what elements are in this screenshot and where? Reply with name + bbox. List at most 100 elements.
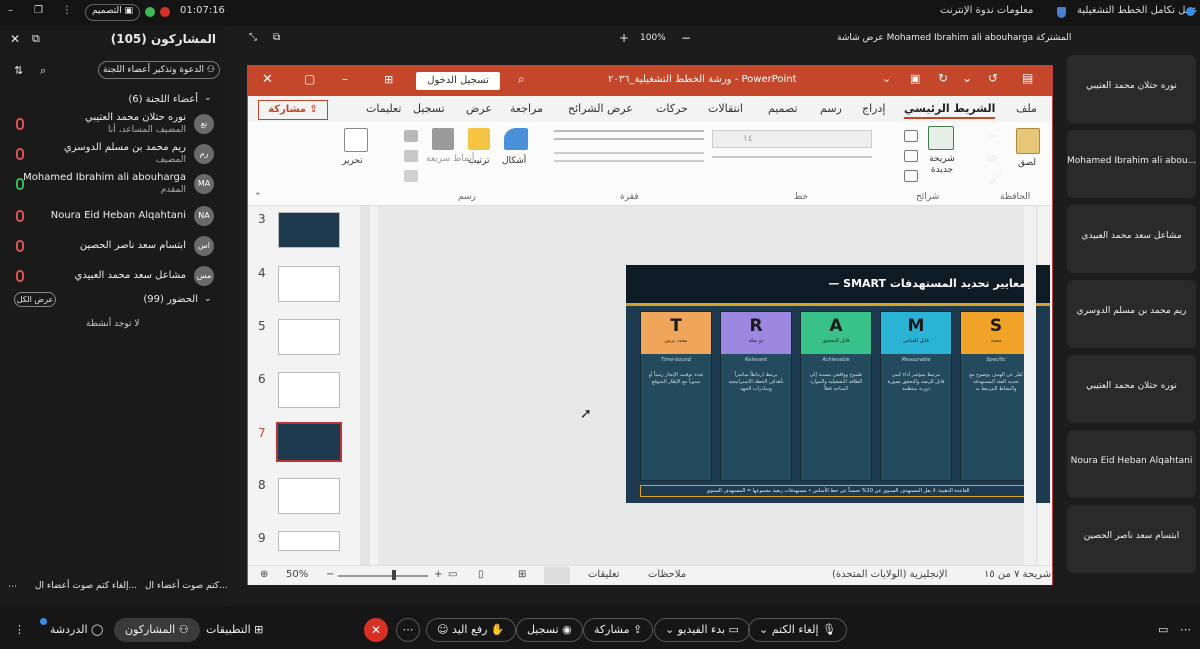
zoom-out-icon[interactable]: − [681, 31, 691, 45]
start-video-button[interactable]: ⌄ بدء الفيديو ▭ [654, 618, 750, 642]
popout-icon[interactable]: ⧉ [32, 32, 40, 46]
tab-view[interactable]: عرض [466, 102, 492, 115]
slide[interactable]: معايير تحديد المستهدفات SMART — T محدد بز… [626, 265, 1050, 503]
tab-help[interactable]: تعليمات [366, 102, 401, 115]
more-options-icon[interactable]: ⋯ [8, 582, 17, 592]
unmute-all-button[interactable]: إلغاء كتم صوت أعضاء ال... [35, 581, 137, 591]
video-tile[interactable]: نوره حتلان محمد العتيبي [1067, 355, 1196, 423]
more-icon[interactable]: ⋮ [62, 5, 72, 16]
paragraph-controls[interactable] [554, 130, 704, 140]
fit-slide-icon[interactable]: ⊕ [260, 569, 268, 580]
participant-row[interactable]: Mohamed Ibrahim ali abouharga المقدم MA [0, 170, 228, 198]
new-slide-button[interactable]: شريحة جديدة [922, 154, 962, 176]
minimize-icon[interactable]: – [342, 72, 348, 86]
participants-button[interactable]: المشاركون ⚇ [114, 618, 200, 642]
layout-icon[interactable] [904, 130, 918, 142]
close-icon[interactable]: ✕ [262, 72, 273, 87]
reading-view-icon[interactable]: ▯ [478, 569, 484, 580]
shape-outline-icon[interactable] [404, 150, 418, 162]
minimize-icon[interactable]: – [8, 5, 13, 16]
arrange-button[interactable]: ترتيب [468, 156, 490, 166]
search-icon[interactable]: ⌕ [518, 72, 525, 87]
presenter-icon[interactable]: ▣ [910, 72, 920, 85]
shapes-button[interactable]: أشكال [502, 156, 526, 166]
mute-all-button[interactable]: كتم صوت أعضاء ال... [145, 581, 228, 591]
restore-icon[interactable]: ▢ [304, 72, 315, 86]
close-icon[interactable]: ✕ [10, 32, 20, 46]
customize-icon[interactable]: ⌄ [882, 72, 891, 85]
search-icon[interactable]: ⌕ [40, 64, 46, 78]
signin-button[interactable]: تسجيل الدخول [416, 72, 500, 90]
tab-transitions[interactable]: انتقالات [708, 102, 743, 115]
canvas-scrollbar[interactable] [1024, 206, 1036, 566]
slide-thumbnail[interactable] [278, 372, 340, 408]
captions-icon[interactable]: ▭ [1158, 623, 1168, 636]
quick-styles-icon[interactable] [432, 128, 454, 150]
normal-view-icon[interactable] [544, 567, 570, 584]
slide-thumbnail[interactable] [278, 319, 340, 355]
invite-button[interactable]: الدعوة وتذكير أعضاء اللجنة ⚇ [98, 61, 220, 79]
more-icon[interactable]: ⋮ [14, 623, 25, 636]
paste-button[interactable]: لصق [1018, 158, 1036, 168]
video-tile[interactable]: نوره حتلان محمد العتيبي [1067, 55, 1196, 123]
network-info[interactable]: معلومات ندوة الإنترنت [940, 5, 1033, 16]
tab-slideshow[interactable]: عرض الشرائح [568, 102, 633, 115]
show-all-button[interactable]: عرض الكل [14, 292, 56, 307]
shapes-icon[interactable] [504, 128, 528, 150]
zoom-slider[interactable] [338, 575, 428, 577]
shape-effects-icon[interactable] [404, 170, 418, 182]
save-icon[interactable]: ▤ [1022, 71, 1033, 85]
participant-row[interactable]: نوره حتلان محمد العتيبي المضيف المساعد، … [0, 110, 228, 138]
more-icon[interactable]: ⋯ [1180, 623, 1191, 636]
video-tile[interactable]: مشاعل سعد محمد العبيدي [1067, 205, 1196, 273]
thumbnail-scrollbar[interactable] [360, 206, 370, 566]
section-icon[interactable] [904, 170, 918, 182]
slide-thumbnail[interactable] [278, 266, 340, 302]
zoom-in-icon[interactable]: + [434, 569, 442, 580]
apps-button[interactable]: التطبيقات ⊞ [206, 623, 263, 636]
video-tile[interactable]: ابتسام سعد ناصر الحصين [1067, 505, 1196, 573]
collapse-ribbon-icon[interactable]: ⌃ [254, 192, 262, 202]
font-format-controls[interactable] [712, 156, 872, 168]
tab-home[interactable]: الشريط الرئيسي [904, 102, 996, 119]
more-options-button[interactable]: ⋯ [396, 618, 420, 642]
participant-row[interactable]: Noura Eid Heban Alqahtani NA [0, 202, 228, 230]
slide-thumbnail[interactable] [278, 531, 340, 551]
design-button[interactable]: التصميم ▣ [85, 4, 141, 21]
shape-fill-icon[interactable] [404, 130, 418, 142]
tab-file[interactable]: ملف [1016, 102, 1037, 115]
raise-hand-button[interactable]: ☺ رفع اليد ✋ [426, 618, 516, 642]
font-size-select[interactable]: ١٤ [712, 130, 872, 148]
leave-button[interactable]: ✕ [364, 618, 388, 642]
restore-icon[interactable]: ❐ [34, 5, 43, 16]
chevron-down-icon[interactable]: ⌄ [204, 93, 212, 103]
arrange-icon[interactable] [468, 128, 490, 150]
undo-icon[interactable]: ↺ [988, 71, 998, 85]
collapse-icon[interactable]: ⤡ [249, 32, 257, 43]
tab-animations[interactable]: حركات [656, 102, 688, 115]
tab-record[interactable]: تسجيل [413, 102, 445, 115]
sorter-view-icon[interactable]: ⊞ [518, 569, 526, 580]
reset-icon[interactable] [904, 150, 918, 162]
unmute-button[interactable]: ⌄ إلغاء الكتم 🎙 [748, 618, 848, 642]
format-painter-icon[interactable]: 🖌 [988, 172, 1002, 185]
alignment-controls[interactable] [554, 152, 704, 162]
video-tile[interactable]: ريم محمد بن مسلم الدوسري [1067, 280, 1196, 348]
slideshow-icon[interactable]: ▭ [448, 569, 457, 580]
slide-thumbnail-selected[interactable] [276, 422, 342, 462]
repeat-icon[interactable]: ⌄ [962, 71, 972, 85]
participant-row[interactable]: ريم محمد بن مسلم الدوسري المضيف رم [0, 140, 228, 168]
chat-button[interactable]: الدردشة ◯ [50, 623, 103, 636]
tab-review[interactable]: مراجعة [510, 102, 543, 115]
zoom-percent[interactable]: 50% [286, 569, 308, 580]
share-button[interactable]: مشاركة ⇪ [258, 100, 328, 120]
new-slide-icon[interactable] [928, 126, 954, 150]
video-tile[interactable]: Noura Eid Heban Alqahtani [1067, 430, 1196, 498]
notes-button[interactable]: ملاحظات [648, 569, 686, 580]
participant-row[interactable]: مشاعل سعد محمد العبيدي مس [0, 262, 228, 290]
copy-icon[interactable]: ⧉ [988, 152, 1002, 165]
record-button[interactable]: تسجيل ◉ [516, 618, 583, 642]
redo-icon[interactable]: ↻ [938, 71, 948, 85]
ribbon-display-icon[interactable]: ⊞ [384, 73, 393, 86]
tab-design[interactable]: تصميم [768, 102, 798, 115]
